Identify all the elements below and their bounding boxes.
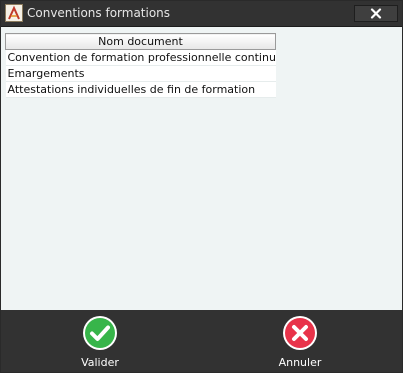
validate-button[interactable]: Valider xyxy=(60,315,140,370)
check-icon xyxy=(83,316,117,350)
cancel-label: Annuler xyxy=(278,356,322,369)
document-name[interactable]: Convention de formation professionnelle … xyxy=(5,49,276,66)
window-title: Conventions formations xyxy=(27,6,171,20)
cancel-button[interactable]: Annuler xyxy=(260,315,340,370)
dialog-window: Conventions formations Nom document Conv… xyxy=(0,0,403,373)
content-area: Nom document Convention de formation pro… xyxy=(1,27,402,310)
close-icon xyxy=(370,8,382,19)
table-row[interactable]: Emargements xyxy=(5,65,276,82)
validate-label: Valider xyxy=(81,356,119,369)
close-button[interactable] xyxy=(354,5,398,22)
title-bar[interactable]: Conventions formations xyxy=(1,1,402,27)
app-logo-icon xyxy=(5,4,23,22)
documents-table: Nom document Convention de formation pro… xyxy=(5,33,276,98)
column-header-nom-document[interactable]: Nom document xyxy=(5,33,276,50)
document-name[interactable]: Attestations individuelles de fin de for… xyxy=(5,81,276,98)
table-row[interactable]: Attestations individuelles de fin de for… xyxy=(5,81,276,98)
document-name[interactable]: Emargements xyxy=(5,65,276,82)
action-bar: Valider Annuler xyxy=(1,310,402,372)
table-row[interactable]: Convention de formation professionnelle … xyxy=(5,49,276,66)
cross-icon xyxy=(283,316,317,350)
